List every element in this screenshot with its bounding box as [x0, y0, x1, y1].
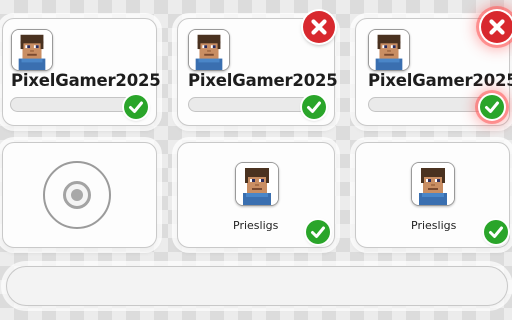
remove-button[interactable] [303, 11, 335, 43]
check-icon [480, 95, 504, 119]
blocky-avatar-icon [412, 163, 454, 205]
user-label: Priesligs [233, 219, 279, 232]
target-card[interactable] [2, 142, 157, 248]
check-icon [306, 220, 330, 244]
blocky-avatar-icon [369, 30, 409, 70]
progress-bar [188, 97, 314, 112]
check-icon [484, 220, 508, 244]
avatar [11, 29, 53, 71]
blocky-avatar-icon [12, 30, 52, 70]
accept-button[interactable] [302, 95, 326, 119]
username-label: PixelGamer2025 [368, 71, 512, 90]
close-icon [481, 11, 512, 43]
avatar [235, 162, 279, 206]
username-label: PixelGamer2025 [188, 71, 338, 90]
check-icon [302, 95, 326, 119]
avatar [411, 162, 455, 206]
remove-button[interactable] [481, 11, 512, 43]
user-card[interactable]: Priesligs [177, 142, 335, 248]
accept-button[interactable] [124, 95, 148, 119]
user-label: Priesligs [411, 219, 457, 232]
close-icon [303, 11, 335, 43]
blocky-avatar-icon [189, 30, 229, 70]
user-card[interactable]: Priesligs [355, 142, 510, 248]
accept-button[interactable] [480, 95, 504, 119]
target-dial-icon [43, 161, 111, 229]
progress-bar [368, 97, 488, 112]
blocky-avatar-icon [236, 163, 278, 205]
accept-button[interactable] [306, 220, 330, 244]
check-icon [124, 95, 148, 119]
progress-bar [10, 97, 138, 112]
accept-button[interactable] [484, 220, 508, 244]
dial-center [71, 189, 83, 201]
bottom-input-field[interactable] [6, 266, 508, 306]
username-label: PixelGamer2025 [11, 71, 161, 90]
avatar [188, 29, 230, 71]
avatar [368, 29, 410, 71]
user-card[interactable]: PixelGamer2025 [2, 18, 161, 126]
